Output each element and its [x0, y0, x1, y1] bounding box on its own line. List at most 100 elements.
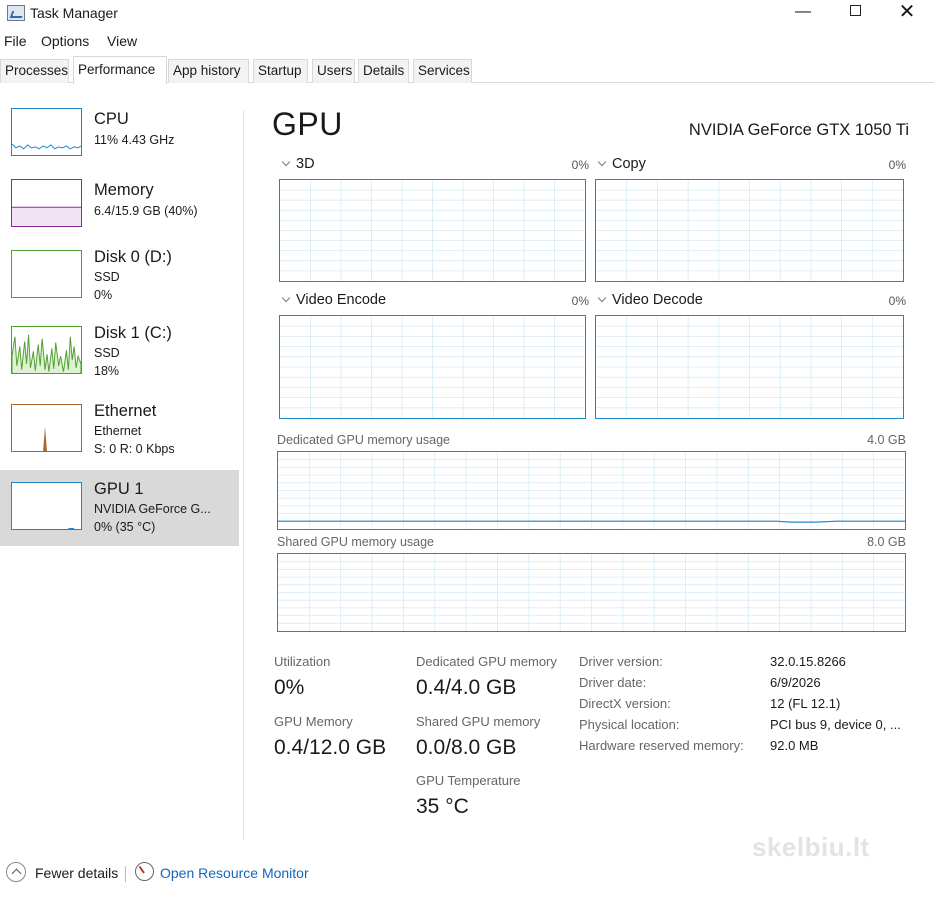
menu-options[interactable]: Options [41, 33, 89, 49]
tab-processes[interactable]: Processes [0, 59, 69, 83]
shared-gpu-memory-label: Shared GPU memory [416, 714, 541, 729]
memory-thumbnail-graph [11, 179, 82, 227]
sidebar-item-type: SSD [94, 270, 120, 284]
hardware-reserved-memory-value: 92.0 MB [770, 738, 819, 753]
engine-3d-graph [279, 179, 586, 282]
resource-sidebar: CPU 11% 4.43 GHz Memory 6.4/15.9 GB (40%… [0, 96, 240, 856]
graph-grid [278, 554, 905, 631]
graph-grid [596, 316, 903, 418]
engine-video-encode-percent: 0% [571, 294, 589, 308]
disk-0-thumbnail-graph [11, 250, 82, 298]
graph-grid [596, 180, 903, 281]
sidebar-item-gpu-1[interactable]: GPU 1 NVIDIA GeForce G... 0% (35 °C) [0, 470, 239, 546]
footer: Fewer details Open Resource Monitor [0, 858, 934, 888]
menu-view[interactable]: View [107, 33, 137, 49]
utilization-value: 0% [274, 676, 305, 699]
graph-grid [280, 180, 585, 281]
sidebar-item-detail: 6.4/15.9 GB (40%) [94, 204, 198, 218]
shared-memory-label: Shared GPU memory usage [277, 535, 435, 549]
gpu-model-name: NVIDIA GeForce GTX 1050 Ti [688, 121, 909, 139]
title-bar: Task Manager — ✕ [0, 0, 934, 28]
chevron-down-icon [597, 293, 607, 303]
tab-services[interactable]: Services [413, 59, 472, 83]
tab-details[interactable]: Details [358, 59, 409, 83]
sidebar-item-memory[interactable]: Memory 6.4/15.9 GB (40%) [0, 171, 239, 247]
fewer-details-button[interactable]: Fewer details [35, 865, 118, 881]
sidebar-item-name: Disk 1 (C:) [94, 324, 172, 342]
sidebar-item-ethernet[interactable]: Ethernet Ethernet S: 0 R: 0 Kbps [0, 396, 239, 472]
chevron-up-circle-icon[interactable] [6, 862, 26, 882]
gpu-temperature-value: 35 °C [416, 795, 469, 818]
sidebar-item-name: Memory [94, 181, 154, 199]
sidebar-item-name: CPU [94, 110, 129, 128]
gpu-temperature-label: GPU Temperature [416, 773, 521, 788]
dedicated-gpu-memory-label: Dedicated GPU memory [416, 654, 557, 669]
engine-selector-video-encode[interactable]: Video Encode [280, 292, 386, 308]
shared-memory-max: 8.0 GB [867, 535, 906, 549]
engine-video-encode-graph [279, 315, 586, 419]
engine-selector-video-decode[interactable]: Video Decode [596, 292, 703, 308]
gpu-memory-label: GPU Memory [274, 714, 353, 729]
driver-version-value: 32.0.15.8266 [770, 654, 846, 669]
chevron-down-icon [281, 293, 291, 303]
sidebar-item-detail: 0% [94, 288, 113, 302]
sidebar-item-detail: 0% (35 °C) [94, 520, 156, 534]
sidebar-item-name: Ethernet [94, 402, 157, 420]
dedicated-memory-graph [277, 451, 906, 530]
tab-bar: Processes Performance App history Startu… [0, 56, 934, 84]
sidebar-item-type: Ethernet [94, 424, 142, 438]
sidebar-item-name: GPU 1 [94, 480, 144, 498]
engine-selector-copy[interactable]: Copy [596, 156, 646, 172]
tab-performance[interactable]: Performance [73, 56, 167, 84]
sidebar-divider [243, 110, 244, 840]
directx-version-label: DirectX version: [579, 696, 671, 711]
maximize-button[interactable] [832, 0, 878, 26]
utilization-label: Utilization [274, 654, 331, 669]
tab-users[interactable]: Users [312, 59, 355, 83]
sidebar-item-detail: 11% 4.43 GHz [94, 133, 175, 147]
engine-3d-percent: 0% [571, 158, 589, 172]
tab-app-history[interactable]: App history [168, 59, 249, 83]
physical-location-label: Physical location: [579, 717, 680, 732]
engine-video-decode-graph [595, 315, 904, 419]
window-title: Task Manager [30, 5, 118, 21]
graph-grid [280, 316, 585, 418]
engine-selector-3d[interactable]: 3D [280, 156, 315, 172]
dedicated-gpu-memory-value: 0.4/4.0 GB [416, 676, 517, 699]
task-manager-icon [7, 5, 25, 21]
gpu-thumbnail-graph [11, 482, 82, 530]
open-resource-monitor-link[interactable]: Open Resource Monitor [160, 865, 309, 881]
resource-monitor-icon[interactable] [135, 862, 154, 881]
sidebar-item-disk-1[interactable]: Disk 1 (C:) SSD 18% [0, 318, 239, 394]
driver-date-label: Driver date: [579, 675, 647, 690]
sidebar-item-type: SSD [94, 346, 120, 360]
menu-file[interactable]: File [4, 33, 27, 49]
hardware-reserved-memory-label: Hardware reserved memory: [579, 738, 744, 753]
dedicated-memory-max: 4.0 GB [867, 433, 906, 447]
engine-copy-graph [595, 179, 904, 282]
tab-startup[interactable]: Startup [253, 59, 308, 83]
gpu-memory-value: 0.4/12.0 GB [274, 736, 387, 759]
sidebar-item-name: Disk 0 (D:) [94, 248, 172, 266]
close-button[interactable]: ✕ [884, 0, 930, 26]
disk-1-thumbnail-graph [11, 326, 82, 374]
ethernet-thumbnail-graph [11, 404, 82, 452]
sidebar-item-type: NVIDIA GeForce G... [94, 502, 211, 516]
engine-copy-percent: 0% [888, 158, 906, 172]
sidebar-item-disk-0[interactable]: Disk 0 (D:) SSD 0% [0, 242, 239, 318]
physical-location-value: PCI bus 9, device 0, ... [770, 717, 901, 732]
sidebar-item-cpu[interactable]: CPU 11% 4.43 GHz [0, 100, 239, 176]
engine-video-decode-percent: 0% [888, 294, 906, 308]
sidebar-item-detail: 18% [94, 364, 120, 378]
driver-date-value: 6/9/2026 [770, 675, 821, 690]
dedicated-memory-line [278, 520, 905, 523]
driver-version-label: Driver version: [579, 654, 663, 669]
minimize-button[interactable]: — [780, 0, 826, 26]
chevron-down-icon [597, 157, 607, 167]
maximize-icon [849, 4, 861, 16]
sidebar-item-detail: S: 0 R: 0 Kbps [94, 442, 175, 456]
chevron-down-icon [281, 157, 291, 167]
directx-version-value: 12 (FL 12.1) [770, 696, 841, 711]
dedicated-memory-label: Dedicated GPU memory usage [277, 433, 450, 447]
cpu-thumbnail-graph [11, 108, 82, 156]
